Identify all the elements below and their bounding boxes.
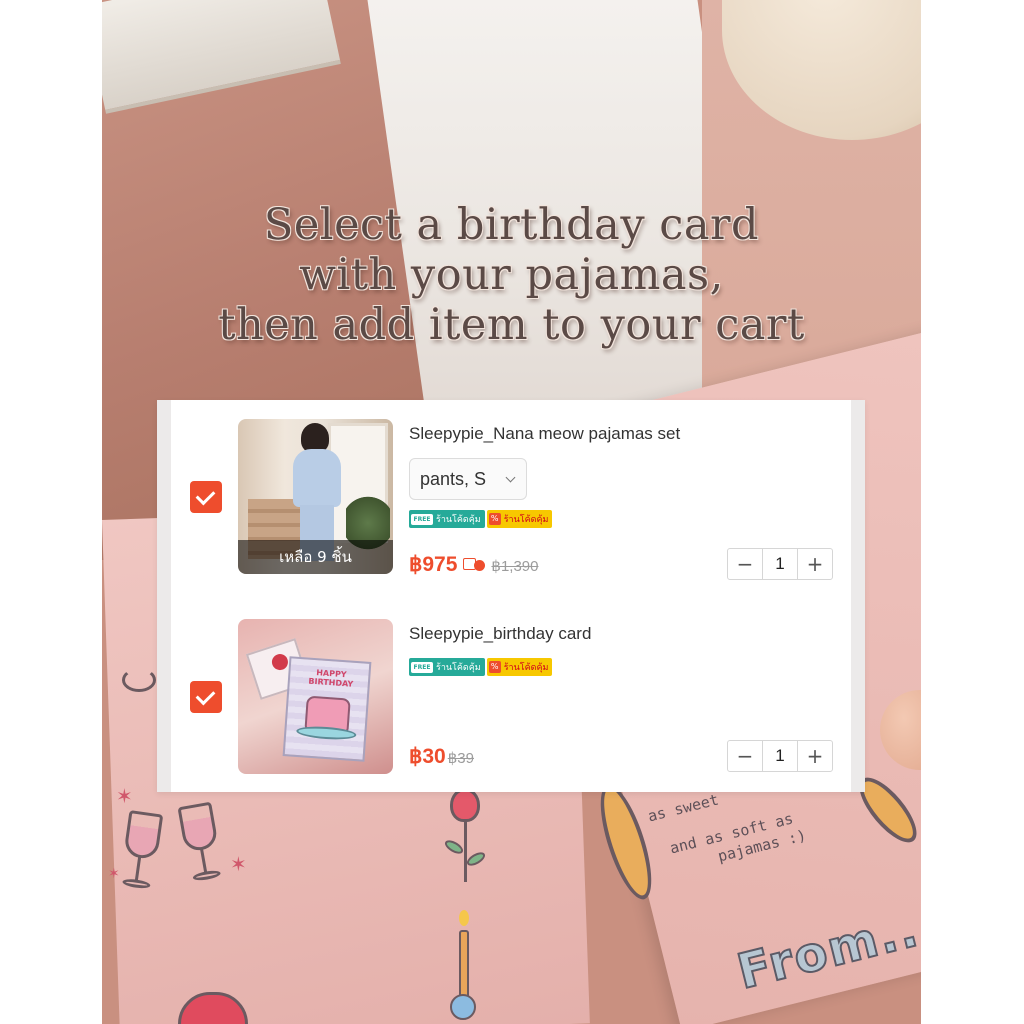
cart-panel: เหลือ 9 ชิ้น Sleepypie_Nana meow pajamas…: [157, 400, 865, 792]
item-select-checkbox[interactable]: [190, 681, 222, 713]
quantity-stepper: − 1 +: [727, 548, 833, 580]
promo-badges: FREE ร้านโค้ดคุ้ม % ร้านโค้ดคุ้ม: [409, 658, 553, 676]
quantity-stepper: − 1 +: [727, 740, 833, 772]
discount-icon: %: [488, 661, 501, 673]
truck-icon: FREE: [411, 661, 433, 673]
doodle-swirl: [122, 668, 156, 692]
product-title[interactable]: Sleepypie_Nana meow pajamas set: [409, 424, 680, 444]
shop-voucher-badge: % ร้านโค้ดคุ้ม: [486, 658, 553, 676]
variant-select[interactable]: pants, S: [409, 458, 527, 500]
product-thumbnail[interactable]: เหลือ 9 ชิ้น: [238, 419, 393, 574]
current-price: ฿975: [409, 553, 458, 576]
item-select-checkbox[interactable]: [190, 481, 222, 513]
free-shipping-badge: FREE ร้านโค้ดคุ้ม: [409, 658, 485, 676]
cart-item: เหลือ 9 ชิ้น Sleepypie_Nana meow pajamas…: [171, 414, 851, 590]
product-thumbnail[interactable]: HAPPY BIRTHDAY: [238, 619, 393, 774]
variant-value: pants, S: [420, 469, 487, 489]
stock-left-label: เหลือ 9 ชิ้น: [238, 540, 393, 574]
chevron-down-icon: [505, 472, 516, 483]
free-shipping-badge: FREE ร้านโค้ดคุ้ม: [409, 510, 485, 528]
increase-button[interactable]: +: [798, 549, 832, 579]
flower-icon: [436, 788, 492, 888]
sparkle-icon: ✶: [230, 852, 247, 876]
quantity-input[interactable]: 1: [762, 549, 798, 579]
candle-icon: [450, 910, 476, 1020]
headline: Select a birthday card with your pajamas…: [102, 200, 921, 350]
headline-line: Select a birthday card: [263, 200, 760, 250]
cart-list: เหลือ 9 ชิ้น Sleepypie_Nana meow pajamas…: [171, 400, 851, 792]
increase-button[interactable]: +: [798, 741, 832, 771]
headline-line: then add item to your cart: [218, 300, 805, 350]
card-text: HAPPY BIRTHDAY: [308, 668, 354, 689]
coin-voucher-icon: [463, 557, 486, 573]
quantity-input[interactable]: 1: [762, 741, 798, 771]
decrease-button[interactable]: −: [728, 741, 762, 771]
current-price: ฿30: [409, 745, 446, 768]
shop-voucher-badge: % ร้านโค้ดคุ้ม: [486, 510, 553, 528]
product-title[interactable]: Sleepypie_birthday card: [409, 624, 591, 644]
discount-icon: %: [488, 513, 501, 525]
decrease-button[interactable]: −: [728, 549, 762, 579]
sparkle-icon: ✶: [108, 866, 120, 882]
cart-item: HAPPY BIRTHDAY Sleepypie_birthday card F…: [171, 614, 851, 784]
sparkle-icon: ✶: [116, 784, 133, 808]
price-row: ฿975 ฿1,390: [409, 552, 539, 577]
promo-badges: FREE ร้านโค้ดคุ้ม % ร้านโค้ดคุ้ม: [409, 510, 553, 528]
original-price: ฿1,390: [491, 558, 539, 575]
price-row: ฿30 ฿39: [409, 744, 474, 769]
headline-line: with your pajamas,: [299, 250, 724, 300]
truck-icon: FREE: [411, 513, 433, 525]
original-price: ฿39: [447, 750, 474, 767]
